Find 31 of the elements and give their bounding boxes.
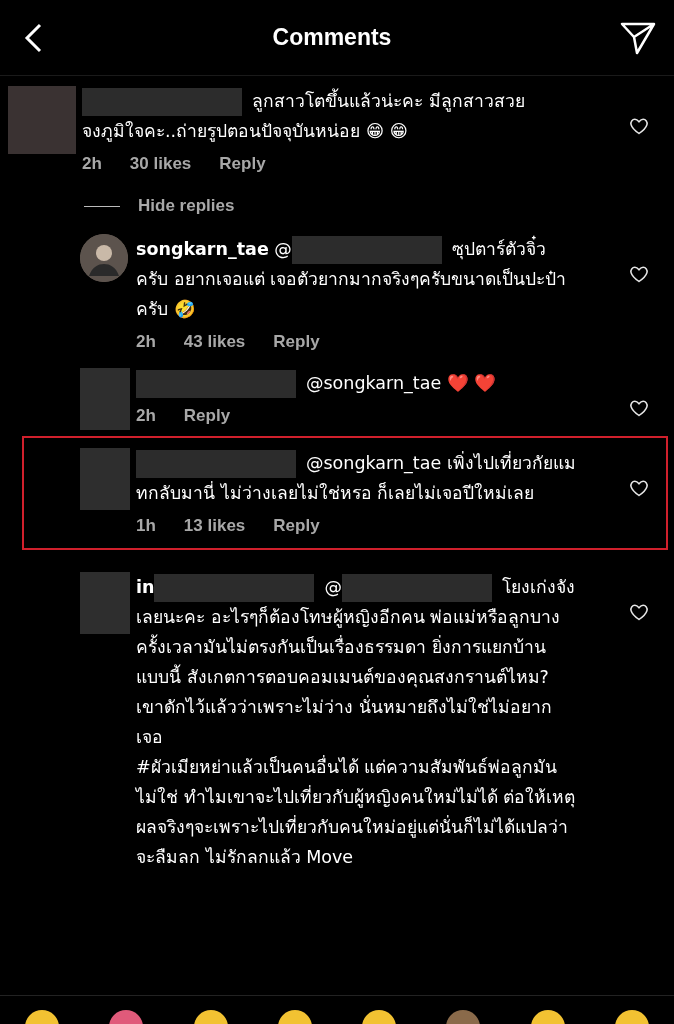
comment-text: songkarn_tae @ ซุปตาร์ตัวจิ๋วครับ อยากเจอแต่ เจอตัวยากมากจริงๆครับขนาดเป็นปะป๋าครับ 🤣 <box>136 234 576 324</box>
heart-icon[interactable] <box>628 398 650 418</box>
blurred-avatar <box>80 572 130 634</box>
comment-text: @songkarn_tae เพิ่งไปเที่ยวกัยแมทกลับมานี่ ไม่ว่างเลยไม่ใช่หรอ ก็เลยไม่เจอปีใหม่เลย <box>136 448 576 508</box>
timestamp: 2h <box>136 406 156 426</box>
back-icon[interactable] <box>22 22 44 53</box>
comment-text: ลูกสาวโตขึ้นแล้วน่ะคะ มีลูกสาวสวยจงภูมิใจคะ..ถ่ายรูปตอนปัจจุบันหน่อย 😁 😁 <box>82 86 532 146</box>
blurred-avatar <box>80 448 130 510</box>
likes-count[interactable]: 43 likes <box>183 332 246 352</box>
reply-link[interactable]: Reply <box>273 332 320 352</box>
likes-count[interactable]: 13 likes <box>183 516 246 536</box>
paper-plane-icon[interactable] <box>620 20 656 55</box>
timestamp: 2h <box>82 154 102 174</box>
heart-icon[interactable] <box>628 264 650 284</box>
blurred-avatar <box>8 86 76 154</box>
page-title: Comments <box>272 24 392 51</box>
comment-text: in @ โยงเก่งจังเลยนะคะ อะไรๆก็ต้องโทษผู้หญิงอีกคน พ่อแม่หรือลูกบางครั้งเวลามันไม่ตรงกันเป็นเรื่องธรรมดา ยิ่งการแยกบ้านแบบนี้ สังเกตการตอบคอมเมนต์ของคุณสงกรานต์ไหม? เขาดักไว้แล้วว่าเพราะไม่ว่าง นั่นหมายถึงไม่ใช่ไม่อยากเจอ <box>136 572 576 752</box>
comment-text: #ผัวเมียหย่าแล้วเป็นคนอื่นได้ แต่ความสัมพันธ์พ่อลูกมันไม่ใช่ ทำไมเขาจะไปเที่ยวกับผู้หญิงคนใหม่ไม่ได้ ต่อให้เหตุผลจริงๆจะเพราะไปเที่ยวกับคนใหม่อยู่แต่นั่นก็ไม่ได้แปลว่าจะลืมลก ไม่รักลกแล้ว Move <box>136 754 576 869</box>
heart-icon[interactable] <box>628 602 650 622</box>
timestamp: 1h <box>136 516 156 536</box>
avatar[interactable] <box>80 234 128 282</box>
comment-text: @songkarn_tae ❤ ❤ <box>136 368 576 398</box>
hide-replies-button[interactable]: Hide replies <box>138 196 235 216</box>
likes-count[interactable]: 30 likes <box>129 154 192 174</box>
reply-link[interactable]: Reply <box>219 154 266 174</box>
reply-link[interactable]: Reply <box>273 516 320 536</box>
heart-icon[interactable] <box>628 116 650 136</box>
timestamp: 2h <box>136 332 156 352</box>
reply-link[interactable]: Reply <box>183 406 231 426</box>
blurred-avatar <box>80 368 130 430</box>
heart-icon[interactable] <box>628 478 650 498</box>
